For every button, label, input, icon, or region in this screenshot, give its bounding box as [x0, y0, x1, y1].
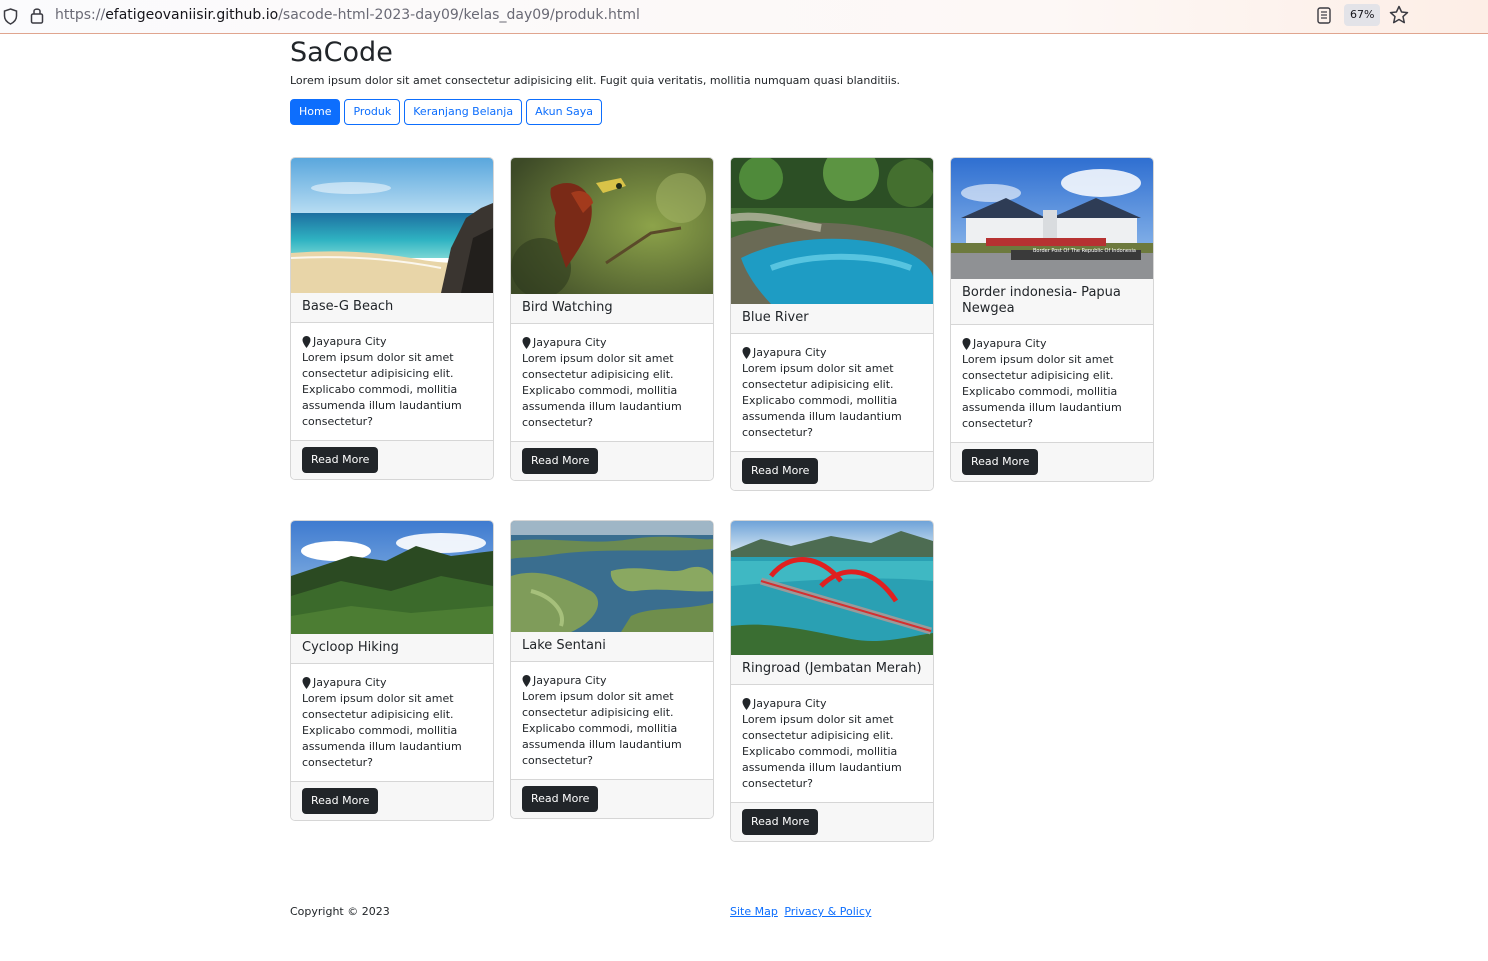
url-field[interactable]: https://efatigeovaniisir.github.io/sacod…: [55, 7, 640, 23]
card-title: Lake Sentani: [511, 632, 713, 662]
card-text: Lorem ipsum dolor sit amet consectetur a…: [522, 690, 682, 767]
card-image-red-bridge: [731, 521, 933, 655]
card-location-text: Jayapura City: [313, 676, 387, 689]
card-image-border-post: Border Post Of The Republic Of Indonesia: [951, 158, 1153, 279]
privacy-policy-link[interactable]: Privacy & Policy: [784, 905, 871, 918]
card-location: Jayapura City: [302, 334, 482, 350]
card-text: Lorem ipsum dolor sit amet consectetur a…: [302, 692, 462, 769]
reader-view-icon[interactable]: [1317, 7, 1331, 24]
map-pin-icon: [302, 677, 311, 689]
card-title: Blue River: [731, 304, 933, 334]
nav-keranjang-button[interactable]: Keranjang Belanja: [404, 99, 523, 125]
map-pin-icon: [962, 338, 971, 350]
card-image-lake: [511, 521, 713, 632]
card-footer: Read More: [511, 779, 713, 818]
card-text: Lorem ipsum dolor sit amet consectetur a…: [742, 362, 902, 439]
card-location-text: Jayapura City: [753, 697, 827, 710]
bookmark-star-icon[interactable]: [1389, 5, 1409, 25]
product-card: Base-G Beach Jayapura City Lorem ipsum d…: [290, 157, 494, 480]
card-location-text: Jayapura City: [753, 346, 827, 359]
map-pin-icon: [742, 347, 751, 359]
card-text: Lorem ipsum dolor sit amet consectetur a…: [742, 713, 902, 790]
read-more-button[interactable]: Read More: [302, 788, 379, 814]
card-footer: Read More: [951, 442, 1153, 481]
main-nav: Home Produk Keranjang Belanja Akun Saya: [290, 99, 603, 125]
card-body: Jayapura City Lorem ipsum dolor sit amet…: [951, 325, 1153, 442]
card-title: Base-G Beach: [291, 293, 493, 323]
card-footer: Read More: [511, 441, 713, 480]
read-more-button[interactable]: Read More: [302, 447, 379, 473]
card-footer: Read More: [731, 451, 933, 490]
card-location: Jayapura City: [522, 335, 702, 351]
url-prefix: https://: [55, 7, 106, 23]
card-location-text: Jayapura City: [533, 336, 607, 349]
site-tagline: Lorem ipsum dolor sit amet consectetur a…: [290, 74, 901, 87]
read-more-button[interactable]: Read More: [742, 458, 819, 484]
site-brand: SaCode: [290, 37, 393, 68]
card-footer: Read More: [291, 781, 493, 820]
read-more-button[interactable]: Read More: [522, 448, 599, 474]
card-location: Jayapura City: [742, 345, 922, 361]
card-location-text: Jayapura City: [533, 674, 607, 687]
card-body: Jayapura City Lorem ipsum dolor sit amet…: [731, 334, 933, 451]
card-location: Jayapura City: [302, 675, 482, 691]
map-pin-icon: [522, 337, 531, 349]
url-path: /sacode-html-2023-day09/kelas_day09/prod…: [278, 7, 640, 23]
card-text: Lorem ipsum dolor sit amet consectetur a…: [962, 353, 1122, 430]
product-card: Cycloop Hiking Jayapura City Lorem ipsum…: [290, 520, 494, 821]
product-card: Ringroad (Jembatan Merah) Jayapura City …: [730, 520, 934, 842]
browser-url-bar: https://efatigeovaniisir.github.io/sacod…: [0, 0, 1488, 34]
url-host: efatigeovaniisir.github.io: [105, 7, 279, 23]
product-card: Lake Sentani Jayapura City Lorem ipsum d…: [510, 520, 714, 819]
card-image-mountain: [291, 521, 493, 634]
map-pin-icon: [302, 336, 311, 348]
footer-links: Site Map Privacy & Policy: [730, 905, 874, 918]
image-caption: Border Post Of The Republic Of Indonesia: [1033, 248, 1137, 254]
card-footer: Read More: [291, 440, 493, 479]
card-footer: Read More: [731, 802, 933, 841]
read-more-button[interactable]: Read More: [962, 449, 1039, 475]
zoom-level-badge[interactable]: 67%: [1344, 4, 1381, 26]
card-location: Jayapura City: [522, 673, 702, 689]
nav-produk-button[interactable]: Produk: [344, 99, 401, 125]
lock-icon[interactable]: [30, 6, 44, 24]
card-image-river: [731, 158, 933, 304]
card-title: Ringroad (Jembatan Merah): [731, 655, 933, 685]
read-more-button[interactable]: Read More: [522, 786, 599, 812]
card-location-text: Jayapura City: [313, 335, 387, 348]
card-body: Jayapura City Lorem ipsum dolor sit amet…: [291, 664, 493, 781]
map-pin-icon: [522, 675, 531, 687]
product-card: Blue River Jayapura City Lorem ipsum dol…: [730, 157, 934, 491]
map-pin-icon: [742, 698, 751, 710]
card-image-beach: [291, 158, 493, 293]
copyright-text: Copyright © 2023: [290, 905, 390, 918]
nav-home-button[interactable]: Home: [290, 99, 341, 125]
shield-icon[interactable]: [3, 8, 18, 25]
card-image-bird: [511, 158, 713, 294]
card-title: Border indonesia- Papua Newgea: [951, 279, 1153, 325]
card-body: Jayapura City Lorem ipsum dolor sit amet…: [291, 323, 493, 440]
card-location: Jayapura City: [742, 696, 922, 712]
card-title: Cycloop Hiking: [291, 634, 493, 664]
card-location: Jayapura City: [962, 336, 1142, 352]
nav-akun-button[interactable]: Akun Saya: [526, 99, 603, 125]
card-body: Jayapura City Lorem ipsum dolor sit amet…: [511, 324, 713, 441]
card-text: Lorem ipsum dolor sit amet consectetur a…: [302, 351, 462, 428]
card-location-text: Jayapura City: [973, 337, 1047, 350]
product-card: Border Post Of The Republic Of Indonesia…: [950, 157, 1154, 482]
card-body: Jayapura City Lorem ipsum dolor sit amet…: [731, 685, 933, 802]
read-more-button[interactable]: Read More: [742, 809, 819, 835]
card-title: Bird Watching: [511, 294, 713, 324]
card-body: Jayapura City Lorem ipsum dolor sit amet…: [511, 662, 713, 779]
card-text: Lorem ipsum dolor sit amet consectetur a…: [522, 352, 682, 429]
site-map-link[interactable]: Site Map: [730, 905, 778, 918]
product-card: Bird Watching Jayapura City Lorem ipsum …: [510, 157, 714, 481]
